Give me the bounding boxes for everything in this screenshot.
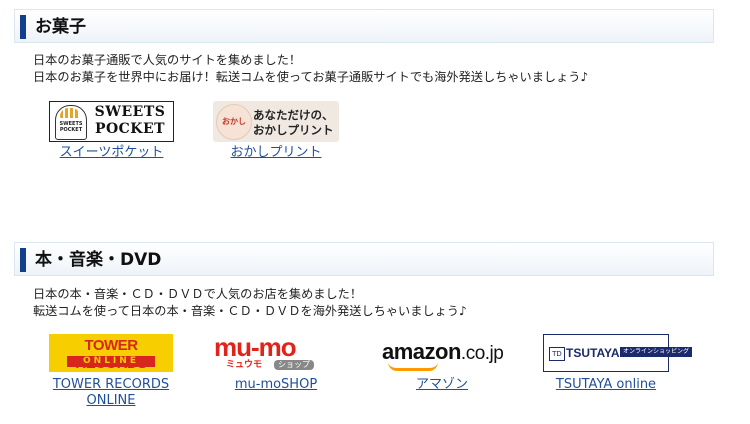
amazon-link[interactable]: アマゾン bbox=[380, 377, 504, 393]
amazon-smile-icon bbox=[388, 362, 438, 371]
logo-text: おかしプリント bbox=[253, 123, 334, 137]
section-description: 日本の本・音楽・ＣＤ・ＤＶＤで人気のお店を集めました！ 転送コムを使って日本の本… bbox=[33, 286, 467, 320]
mu-mo-link[interactable]: mu-moSHOP bbox=[212, 377, 340, 393]
logo-text: ミュウモ bbox=[226, 360, 263, 370]
logo-text: オンラインショッピング bbox=[620, 347, 693, 357]
description-line: 日本の本・音楽・ＣＤ・ＤＶＤで人気のお店を集めました！ bbox=[33, 287, 363, 301]
description-line: 日本のお菓子通販で人気のサイトを集めました！ bbox=[33, 53, 302, 67]
sweets-pocket-link[interactable]: スイーツポケット bbox=[49, 145, 174, 161]
logo-text: mu-mo bbox=[214, 332, 297, 362]
logo-text: TSUTAYA bbox=[566, 346, 620, 360]
tower-records-logo[interactable]: TOWER RECORDS ONLINE bbox=[49, 334, 173, 372]
section-description: 日本のお菓子通販で人気のサイトを集めました！ 日本のお菓子を世界中にお届け！転送… bbox=[33, 52, 588, 86]
section-title: 本・音楽・DVD bbox=[35, 250, 162, 270]
tsutaya-logo[interactable]: TD TSUTAYA オンラインショッピング bbox=[543, 334, 693, 372]
okashi-print-logo[interactable]: おかし あなただけの、 おかしプリント bbox=[213, 101, 339, 142]
description-line: 日本のお菓子を世界中にお届け！転送コムを使ってお菓子通販サイトでも海外発送しちゃ… bbox=[33, 70, 589, 84]
section-accent-bar bbox=[20, 248, 26, 272]
section-title: お菓子 bbox=[35, 17, 86, 37]
mu-mo-logo[interactable]: mu-mo ミュウモ ショップ bbox=[212, 333, 340, 373]
sweets-pocket-badge-icon: SWEETS POCKET bbox=[55, 105, 87, 140]
shop-item-tsutaya: TSUTAYA online bbox=[536, 377, 676, 393]
logo-text: ONLINE bbox=[67, 356, 155, 367]
logo-text: TOWER RECORDS bbox=[75, 337, 147, 372]
shop-item-mu-mo: mu-moSHOP bbox=[212, 377, 340, 393]
tsutaya-link[interactable]: TSUTAYA online bbox=[536, 377, 676, 393]
tower-records-link[interactable]: TOWER RECORDS ONLINE bbox=[41, 377, 181, 409]
tsutaya-mark-icon: TD bbox=[549, 347, 565, 361]
section-accent-bar bbox=[20, 15, 26, 39]
sweets-pocket-logo[interactable]: SWEETS POCKET SWEETS POCKET bbox=[49, 101, 174, 142]
okashi-print-badge-icon: おかし bbox=[216, 104, 252, 140]
shop-item-tower-records: TOWER RECORDS ONLINE bbox=[41, 377, 181, 409]
logo-text: あなただけの、 bbox=[253, 108, 334, 122]
section-header-sweets: お菓子 bbox=[14, 9, 714, 43]
shop-item-okashi-print: おかしプリント bbox=[213, 145, 339, 161]
okashi-print-link[interactable]: おかしプリント bbox=[213, 145, 339, 161]
logo-text: ショップ bbox=[274, 360, 314, 370]
section-header-books-music-dvd: 本・音楽・DVD bbox=[14, 242, 714, 276]
shop-item-amazon: アマゾン bbox=[380, 377, 504, 393]
shop-item-sweets-pocket: スイーツポケット bbox=[49, 145, 174, 161]
logo-text: SWEETS POCKET bbox=[94, 104, 166, 137]
description-line: 転送コムを使って日本の本・音楽・ＣＤ・ＤＶＤを海外発送しちゃいましょう♪ bbox=[33, 304, 467, 318]
amazon-logo[interactable]: amazon.co.jp bbox=[380, 340, 504, 372]
